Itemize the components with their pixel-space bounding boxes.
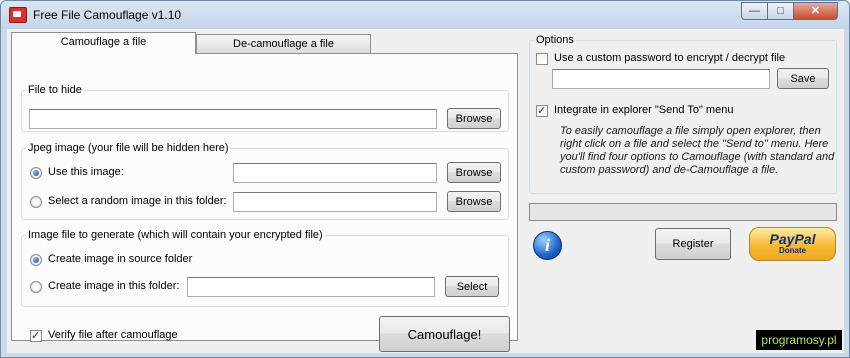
tab-decamouflage[interactable]: De-camouflage a file: [196, 34, 371, 53]
minimize-button[interactable]: —: [741, 2, 768, 20]
close-button[interactable]: ✕: [793, 2, 838, 20]
watermark: programosy.pl: [756, 330, 842, 350]
paypal-logo: PayPal: [769, 231, 816, 247]
app-window: Free File Camouflage v1.10 — □ ✕ Camoufl…: [0, 0, 850, 358]
random-image-browse-button[interactable]: Browse: [447, 191, 501, 212]
paypal-donate-button[interactable]: PayPal Donate: [749, 227, 836, 261]
register-button[interactable]: Register: [655, 228, 731, 260]
tab-panel-camouflage: File to hide Browse Jpeg image (your fil…: [11, 53, 518, 352]
camouflage-button[interactable]: Camouflage!: [379, 316, 510, 352]
options-legend: Options: [536, 34, 574, 46]
save-password-button[interactable]: Save: [777, 68, 829, 89]
info-icon[interactable]: i: [533, 231, 562, 260]
select-folder-button[interactable]: Select: [445, 276, 499, 297]
client-area: Camouflage a file De-camouflage a file F…: [7, 29, 844, 353]
this-folder-input[interactable]: [187, 277, 435, 297]
use-this-image-label: Use this image:: [48, 166, 124, 178]
random-image-label: Select a random image in this folder:: [48, 195, 227, 207]
send-to-checkbox[interactable]: [536, 104, 548, 117]
source-folder-radio[interactable]: [30, 254, 42, 266]
use-this-image-browse-button[interactable]: Browse: [447, 162, 501, 183]
use-this-image-radio[interactable]: [30, 167, 42, 179]
file-to-hide-legend: File to hide: [28, 84, 82, 96]
this-folder-label: Create image in this folder:: [48, 280, 180, 292]
title-bar[interactable]: Free File Camouflage v1.10 — □ ✕: [1, 1, 849, 29]
verify-checkbox[interactable]: [30, 329, 42, 342]
progress-bar: [529, 203, 837, 221]
password-input[interactable]: [552, 69, 770, 89]
custom-password-checkbox[interactable]: [536, 53, 548, 65]
app-icon: [9, 7, 27, 23]
send-to-hint: To easily camouflage a file simply open …: [560, 125, 835, 176]
use-this-image-input[interactable]: [233, 163, 437, 183]
file-to-hide-input[interactable]: [29, 109, 437, 129]
this-folder-radio[interactable]: [30, 281, 42, 293]
maximize-button[interactable]: □: [767, 2, 794, 20]
random-image-radio[interactable]: [30, 196, 42, 208]
window-title: Free File Camouflage v1.10: [33, 8, 182, 22]
verify-label: Verify file after camouflage: [48, 329, 178, 341]
file-to-hide-browse-button[interactable]: Browse: [447, 108, 501, 129]
paypal-donate-label: Donate: [778, 246, 807, 255]
custom-password-label: Use a custom password to encrypt / decry…: [554, 52, 786, 64]
tab-camouflage[interactable]: Camouflage a file: [11, 32, 196, 54]
send-to-label: Integrate in explorer "Send To" menu: [554, 104, 734, 116]
source-folder-label: Create image in source folder: [48, 253, 193, 265]
random-image-folder-input[interactable]: [233, 192, 437, 212]
jpeg-image-legend: Jpeg image (your file will be hidden her…: [28, 142, 229, 154]
output-image-legend: Image file to generate (which will conta…: [28, 229, 323, 241]
